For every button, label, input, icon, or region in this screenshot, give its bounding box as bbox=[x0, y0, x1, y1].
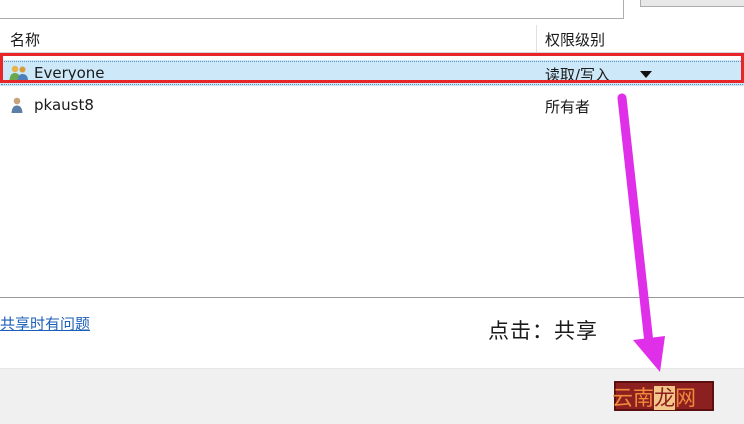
annotation-highlight-box bbox=[0, 53, 744, 83]
column-header-permission[interactable]: 权限级别 bbox=[545, 29, 605, 50]
share-button[interactable] bbox=[614, 381, 714, 411]
list-header: 名称 权限级别 bbox=[0, 25, 744, 53]
user-row-pkaust8[interactable]: pkaust8 所有者 bbox=[0, 92, 744, 118]
annotation-text: 点击：共享 bbox=[488, 319, 598, 343]
sharing-help-link[interactable]: 共享时有问题 bbox=[0, 313, 90, 334]
path-input[interactable] bbox=[0, 0, 624, 19]
sharing-user-list: 名称 权限级别 Everyone 读取/写入 pkaust8 所有者 bbox=[0, 25, 744, 298]
user-icon bbox=[11, 97, 23, 113]
column-divider[interactable] bbox=[536, 25, 537, 52]
add-button[interactable] bbox=[640, 0, 744, 7]
user-name: pkaust8 bbox=[34, 96, 94, 114]
column-header-name[interactable]: 名称 bbox=[10, 29, 40, 50]
permission-level-text: 所有者 bbox=[545, 98, 591, 116]
